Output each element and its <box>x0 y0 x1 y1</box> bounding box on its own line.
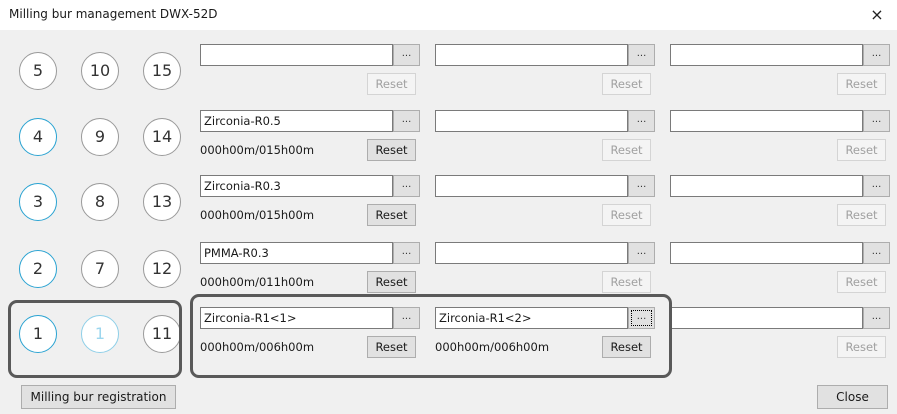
browse-button[interactable]: ... <box>393 242 420 264</box>
bur-position-13[interactable]: 13 <box>143 183 181 221</box>
milling-bur-registration-button[interactable]: Milling bur registration <box>21 385 176 409</box>
browse-button[interactable]: ... <box>863 175 890 197</box>
reset-button[interactable]: Reset <box>837 271 886 293</box>
reset-button[interactable]: Reset <box>602 139 651 161</box>
bur-position-3[interactable]: 3 <box>19 183 57 221</box>
bur-name-field[interactable] <box>670 110 863 132</box>
bur-name-field[interactable]: Zirconia-R0.5 <box>200 110 393 132</box>
bur-name-field[interactable] <box>435 242 628 264</box>
bur-name-field[interactable] <box>670 242 863 264</box>
bur-name-field[interactable]: Zirconia-R0.3 <box>200 175 393 197</box>
bur-position-7[interactable]: 7 <box>81 250 119 288</box>
bur-position-5[interactable]: 5 <box>19 52 57 90</box>
reset-button[interactable]: Reset <box>367 271 416 293</box>
bur-name-field[interactable] <box>670 175 863 197</box>
reset-button[interactable]: Reset <box>837 139 886 161</box>
browse-button[interactable]: ... <box>393 44 420 66</box>
bur-position-2[interactable]: 2 <box>19 250 57 288</box>
bur-name-field[interactable] <box>670 307 863 329</box>
browse-button[interactable]: ... <box>393 110 420 132</box>
reset-button[interactable]: Reset <box>602 271 651 293</box>
highlight-station-1 <box>8 300 182 378</box>
browse-button[interactable]: ... <box>628 175 655 197</box>
usage-time: 000h00m/015h00m <box>200 143 315 157</box>
bur-name-field[interactable]: PMMA-R0.3 <box>200 242 393 264</box>
bur-position-4[interactable]: 4 <box>19 118 57 156</box>
browse-button[interactable]: ... <box>393 175 420 197</box>
bur-name-field[interactable] <box>435 175 628 197</box>
browse-button[interactable]: ... <box>863 307 890 329</box>
bur-position-10[interactable]: 10 <box>81 52 119 90</box>
reset-button[interactable]: Reset <box>602 204 651 226</box>
bur-position-9[interactable]: 9 <box>81 118 119 156</box>
reset-button[interactable]: Reset <box>367 73 416 95</box>
close-icon[interactable]: × <box>857 0 897 30</box>
window-title: Milling bur management DWX-52D <box>9 7 218 21</box>
reset-button[interactable]: Reset <box>367 204 416 226</box>
bur-name-field[interactable] <box>435 44 628 66</box>
usage-time: 000h00m/015h00m <box>200 208 315 222</box>
browse-button[interactable]: ... <box>628 242 655 264</box>
reset-button[interactable]: Reset <box>837 204 886 226</box>
reset-button[interactable]: Reset <box>367 139 416 161</box>
bur-name-field[interactable] <box>435 110 628 132</box>
bur-position-12[interactable]: 12 <box>143 250 181 288</box>
browse-button[interactable]: ... <box>863 44 890 66</box>
reset-button[interactable]: Reset <box>837 336 886 358</box>
browse-button[interactable]: ... <box>863 110 890 132</box>
browse-button[interactable]: ... <box>628 110 655 132</box>
bur-position-8[interactable]: 8 <box>81 183 119 221</box>
highlight-slots-1 <box>190 294 672 378</box>
usage-time: 000h00m/011h00m <box>200 275 315 289</box>
title-bar: Milling bur management DWX-52D × <box>0 0 897 30</box>
bur-name-field[interactable] <box>670 44 863 66</box>
bur-name-field[interactable] <box>200 44 393 66</box>
bur-position-14[interactable]: 14 <box>143 118 181 156</box>
browse-button[interactable]: ... <box>628 44 655 66</box>
browse-button[interactable]: ... <box>863 242 890 264</box>
close-button[interactable]: Close <box>817 385 888 409</box>
reset-button[interactable]: Reset <box>602 73 651 95</box>
reset-button[interactable]: Reset <box>837 73 886 95</box>
bur-position-15[interactable]: 15 <box>143 52 181 90</box>
